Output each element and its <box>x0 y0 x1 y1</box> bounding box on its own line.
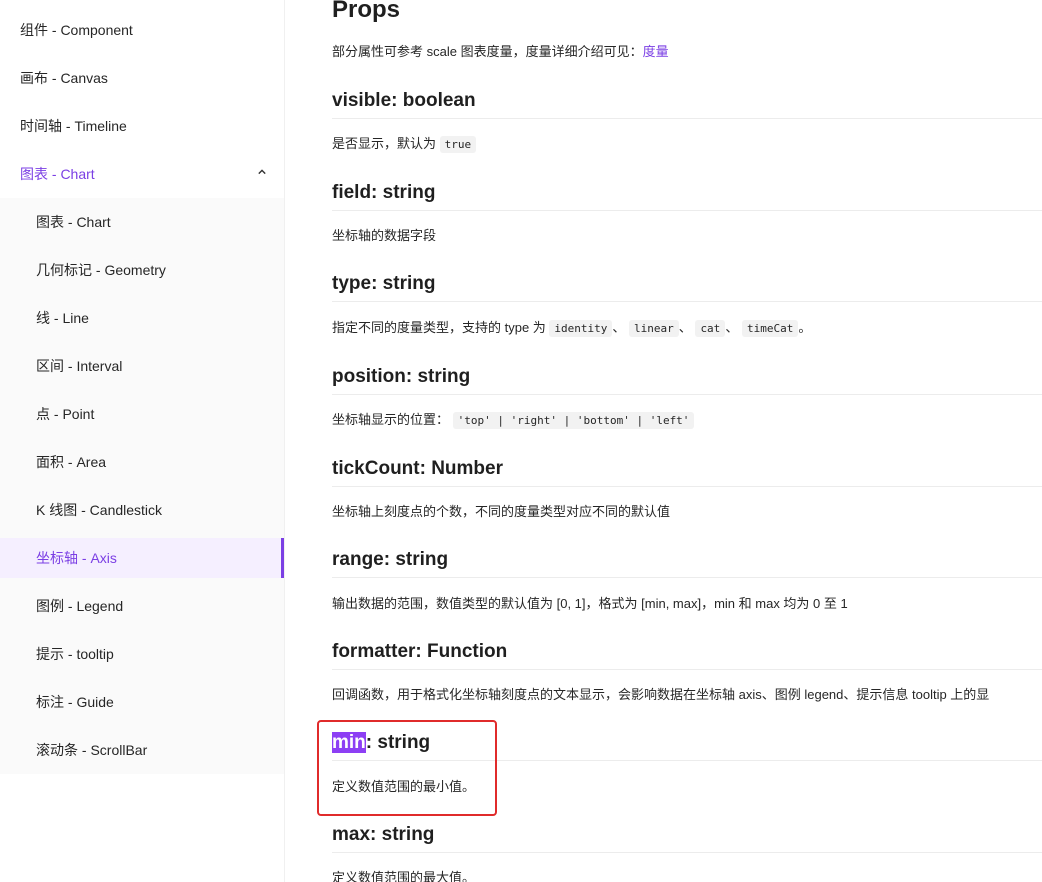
sidebar-item-label: 坐标轴 - Axis <box>36 550 117 566</box>
chevron-up-icon <box>258 169 266 175</box>
sidebar-item-label: 图表 - Chart <box>20 166 95 182</box>
prop-desc-range: 输出数据的范围，数值类型的默认值为 [0, 1]，格式为 [min, max]，… <box>332 596 848 611</box>
sidebar-item-label: 图例 - Legend <box>36 598 124 614</box>
sidebar-item-label: K 线图 - Candlestick <box>36 502 163 518</box>
prop-heading-range: range: string <box>332 547 1042 578</box>
sidebar-item-point[interactable]: 点 - Point <box>0 394 284 434</box>
sidebar-item-guide[interactable]: 标注 - Guide <box>0 682 284 722</box>
prop-heading-position: position: string <box>332 364 1042 395</box>
sidebar-item-scrollbar[interactable]: 滚动条 - ScrollBar <box>0 730 284 770</box>
app-layout: 组件 - Component 画布 - Canvas 时间轴 - Timelin… <box>0 0 1042 882</box>
sidebar-item-axis[interactable]: 坐标轴 - Axis <box>0 538 284 578</box>
inline-code: true <box>439 136 477 153</box>
sidebar-item-geometry[interactable]: 几何标记 - Geometry <box>0 250 284 290</box>
separator: 、 <box>612 320 626 335</box>
sidebar-item-tooltip[interactable]: 提示 - tooltip <box>0 634 284 674</box>
sidebar-item-candlestick[interactable]: K 线图 - Candlestick <box>0 490 284 530</box>
sidebar-item-legend[interactable]: 图例 - Legend <box>0 586 284 626</box>
prop-desc-field: 坐标轴的数据字段 <box>332 228 437 243</box>
intro-paragraph: 部分属性可参考 scale 图表度量，度量详细介绍可见：度量 <box>332 41 669 60</box>
sidebar-item-label: 组件 - Component <box>20 22 133 38</box>
page-title: Props <box>332 0 401 23</box>
intro-text: 部分属性可参考 scale 图表度量，度量详细介绍可见： <box>332 44 643 59</box>
inline-code: timeCat <box>741 320 799 337</box>
prop-desc-visible: 是否显示，默认为 true <box>332 133 477 153</box>
separator: 、 <box>678 320 692 335</box>
prop-desc-max: 定义数值范围的最大值。 <box>332 870 476 882</box>
sidebar-item-label: 面积 - Area <box>36 454 107 470</box>
inline-code: 'top' | 'right' | 'bottom' | 'left' <box>452 412 695 429</box>
prop-heading-visible: visible: boolean <box>332 88 1042 119</box>
scale-link[interactable]: 度量 <box>643 44 669 59</box>
sidebar-item-timeline[interactable]: 时间轴 - Timeline <box>0 106 284 146</box>
prop-desc-position: 坐标轴显示的位置： 'top' | 'right' | 'bottom' | '… <box>332 409 695 429</box>
prop-heading-max: max: string <box>332 822 1042 853</box>
sidebar-item-label: 区间 - Interval <box>36 358 123 374</box>
inline-code: linear <box>629 320 679 337</box>
sidebar-item-label: 滚动条 - ScrollBar <box>36 742 148 758</box>
sidebar-item-label: 提示 - tooltip <box>36 646 114 662</box>
sidebar-item-chart[interactable]: 图表 - Chart <box>0 202 284 242</box>
prop-heading-field: field: string <box>332 180 1042 211</box>
prop-heading-tickcount: tickCount: Number <box>332 456 1042 487</box>
sidebar-item-label: 时间轴 - Timeline <box>20 118 127 134</box>
sidebar-item-label: 画布 - Canvas <box>20 70 108 86</box>
sentence-end: 。 <box>798 320 812 335</box>
prop-desc-text: 坐标轴显示的位置： <box>332 412 450 427</box>
sidebar-item-chart-group[interactable]: 图表 - Chart <box>0 154 284 194</box>
separator: 、 <box>725 320 739 335</box>
prop-desc-text: 是否显示，默认为 <box>332 136 437 151</box>
inline-code: identity <box>549 320 613 337</box>
prop-heading-type: type: string <box>332 271 1042 302</box>
sidebar-item-line[interactable]: 线 - Line <box>0 298 284 338</box>
sidebar-item-interval[interactable]: 区间 - Interval <box>0 346 284 386</box>
sidebar-item-label: 图表 - Chart <box>36 214 111 230</box>
annotation-highlight-box <box>317 720 497 816</box>
prop-desc-text: 指定不同的度量类型，支持的 type 为 <box>332 320 546 335</box>
sidebar-item-canvas[interactable]: 画布 - Canvas <box>0 58 284 98</box>
prop-desc-formatter: 回调函数，用于格式化坐标轴刻度点的文本显示，会影响数据在坐标轴 axis、图例 … <box>332 687 990 702</box>
sidebar: 组件 - Component 画布 - Canvas 时间轴 - Timelin… <box>0 0 285 882</box>
sidebar-item-label: 几何标记 - Geometry <box>36 262 166 278</box>
prop-heading-formatter: formatter: Function <box>332 639 1042 670</box>
sidebar-item-component[interactable]: 组件 - Component <box>0 10 284 50</box>
sidebar-item-label: 线 - Line <box>36 310 89 326</box>
prop-desc-tickcount: 坐标轴上刻度点的个数，不同的度量类型对应不同的默认值 <box>332 504 671 519</box>
inline-code: cat <box>695 320 726 337</box>
sidebar-item-area[interactable]: 面积 - Area <box>0 442 284 482</box>
sidebar-item-label: 标注 - Guide <box>36 694 114 710</box>
prop-desc-type: 指定不同的度量类型，支持的 type 为 identity、 linear、 c… <box>332 317 812 337</box>
sidebar-item-label: 点 - Point <box>36 406 95 422</box>
